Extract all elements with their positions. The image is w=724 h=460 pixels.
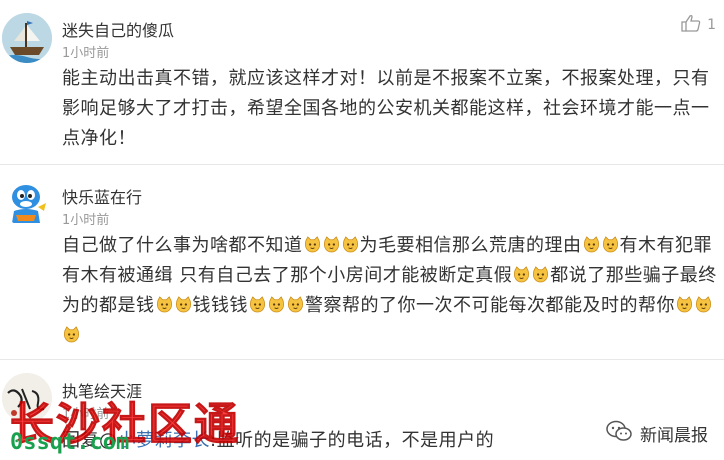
text-segment: 为毛要相信那么荒唐的理由 (359, 235, 582, 256)
brand-badge: 新闻晨报 (606, 420, 708, 447)
cat-face-emoji (533, 266, 549, 283)
comment-1: 迷失自己的傻瓜 1小时前 1 能主动出击真不错，就应该这样才对！以前是不报案不立… (0, 0, 724, 165)
thumbs-up-icon (681, 14, 701, 36)
cat-face-emoji (64, 326, 79, 343)
text-segment: 警察帮的了你一次不可能每次都能及时的帮你 (305, 295, 675, 316)
text-segment: 自己做了什么事为啥都不知道 (62, 235, 303, 256)
text-segment: 钱钱钱 (192, 295, 248, 316)
cat-face-emoji (514, 266, 530, 283)
cat-face-emoji (304, 236, 320, 253)
comment-username[interactable]: 迷失自己的傻瓜 (62, 17, 174, 41)
cat-face-emoji-group (248, 295, 305, 316)
like-button[interactable]: 1 (681, 14, 716, 36)
blue-cartoon-avatar-icon[interactable] (2, 177, 52, 227)
cat-face-emoji-group (303, 235, 360, 256)
comment-username[interactable]: 快乐蓝在行 (62, 184, 142, 208)
wechat-icon (606, 420, 632, 447)
cat-face-emoji (342, 236, 358, 253)
cat-face-emoji (175, 296, 191, 313)
cat-face-emoji-group (512, 265, 550, 286)
cat-face-emoji (288, 296, 303, 313)
reply-body: :监听的是骗子的电话，不是用户的 (210, 430, 495, 451)
ship-avatar-icon[interactable] (2, 13, 52, 63)
cat-face-emoji (696, 296, 711, 313)
cat-face-emoji (156, 296, 172, 313)
like-count: 1 (707, 17, 716, 33)
cat-face-emoji (602, 236, 618, 253)
comment-text: 自己做了什么事为啥都不知道 为毛要相信那么荒唐的理由 有木有犯罪有木有被通缉 只有自… (62, 231, 722, 351)
cat-face-emoji-group (155, 295, 193, 316)
cat-face-emoji (250, 296, 265, 313)
cat-face-emoji (323, 236, 339, 253)
comment-2: 快乐蓝在行 1小时前 自己做了什么事为啥都不知道 为毛要相信那么荒唐的理由 有木有犯… (0, 165, 724, 360)
comment-time: 1小时前 (62, 46, 110, 61)
cat-face-emoji (269, 296, 284, 313)
watermark-url: 0ssqt.com (10, 430, 130, 455)
cat-face-emoji (583, 236, 599, 253)
cat-face-emoji (677, 296, 692, 313)
cat-face-emoji-group (582, 235, 620, 256)
comment-text: 能主动出击真不错，就应该这样才对！以前是不报案不立案，不报案处理，只有影响足够大… (62, 68, 710, 149)
comment-time: 1小时前 (62, 213, 110, 228)
brand-name: 新闻晨报 (640, 426, 708, 446)
